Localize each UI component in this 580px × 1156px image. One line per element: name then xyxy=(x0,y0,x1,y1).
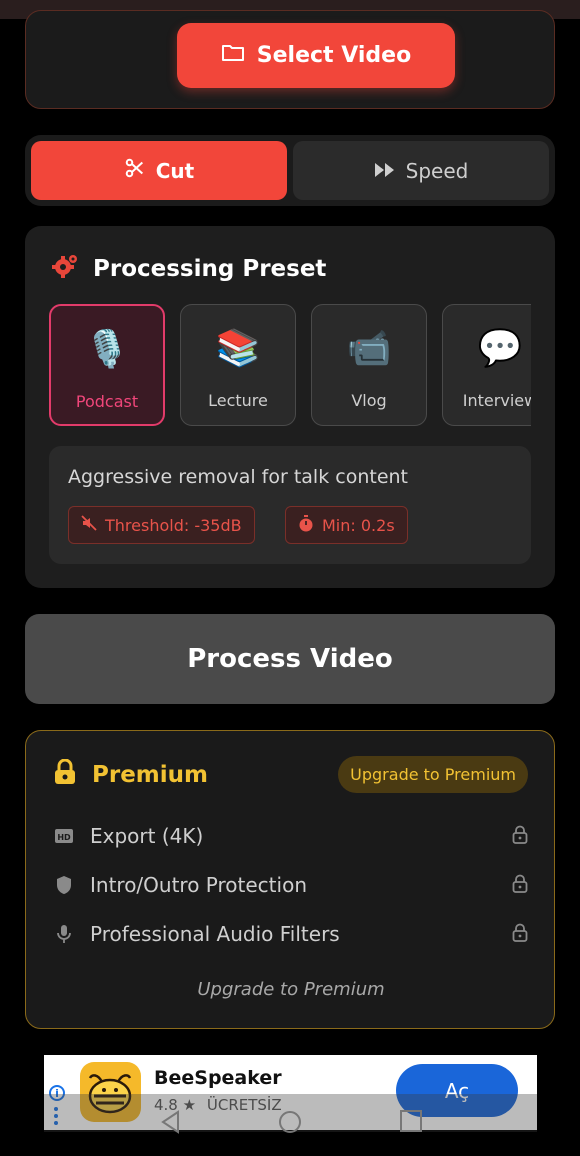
microphone-icon xyxy=(52,924,76,944)
process-video-button[interactable]: Process Video xyxy=(25,614,555,704)
preset-chip-vlog[interactable]: 📹 Vlog xyxy=(311,304,427,426)
lock-icon xyxy=(512,825,530,848)
upgrade-to-premium-link[interactable]: Upgrade to Premium xyxy=(26,979,556,1000)
lock-icon xyxy=(512,874,530,897)
books-emoji-icon: 📚 xyxy=(215,328,261,369)
min-duration-badge: Min: 0.2s xyxy=(285,506,408,544)
preset-chip-lecture[interactable]: 📚 Lecture xyxy=(180,304,296,426)
back-nav-icon[interactable] xyxy=(160,1110,180,1138)
preset-chip-interview[interactable]: 💬 Interview xyxy=(442,304,531,426)
ad-app-name: BeeSpeaker xyxy=(154,1067,282,1089)
threshold-badge: Threshold: -35dB xyxy=(68,506,255,544)
feature-intro-outro-protection: Intro/Outro Protection xyxy=(52,870,530,900)
preset-chips: 🎙️ Podcast 📚 Lecture 📹 Vlog 💬 Interview xyxy=(49,304,531,428)
mode-tabs: Cut Speed xyxy=(25,135,555,206)
process-video-label: Process Video xyxy=(187,644,393,674)
preset-chip-label: Podcast xyxy=(75,392,139,411)
gear-icon xyxy=(51,252,79,286)
lock-icon xyxy=(54,758,76,791)
feature-label: Export (4K) xyxy=(90,824,204,848)
feature-professional-audio-filters: Professional Audio Filters xyxy=(52,919,530,949)
feature-label: Intro/Outro Protection xyxy=(90,873,307,897)
select-video-card: Select Video xyxy=(25,10,555,109)
tab-speed[interactable]: Speed xyxy=(293,141,549,200)
timer-icon xyxy=(298,514,314,536)
preset-chip-label: Lecture xyxy=(208,391,268,410)
shield-icon xyxy=(52,875,76,895)
threshold-text: Threshold: -35dB xyxy=(105,515,242,535)
tab-cut[interactable]: Cut xyxy=(31,141,287,200)
preset-title: Processing Preset xyxy=(93,256,327,282)
microphone-emoji-icon: 🎙️ xyxy=(84,329,130,370)
preset-header: Processing Preset xyxy=(51,252,326,286)
video-camera-emoji-icon: 📹 xyxy=(346,328,392,369)
preset-chip-label: Vlog xyxy=(351,391,387,410)
hd-icon: HD xyxy=(52,828,76,844)
feature-label: Professional Audio Filters xyxy=(90,922,340,946)
lock-icon xyxy=(512,923,530,946)
select-video-button[interactable]: Select Video xyxy=(177,23,455,88)
tab-cut-label: Cut xyxy=(155,158,195,183)
preset-chip-label: Interview xyxy=(462,391,531,410)
tab-speed-label: Speed xyxy=(405,158,469,183)
scissors-icon xyxy=(124,157,146,184)
upgrade-to-premium-badge[interactable]: Upgrade to Premium xyxy=(338,756,528,793)
mute-icon xyxy=(81,515,97,535)
premium-card: Premium Upgrade to Premium HD Export (4K… xyxy=(25,730,555,1029)
min-duration-text: Min: 0.2s xyxy=(322,515,395,535)
select-video-label: Select Video xyxy=(256,43,412,68)
processing-preset-card: Processing Preset 🎙️ Podcast 📚 Lecture 📹… xyxy=(25,226,555,588)
recents-nav-icon[interactable] xyxy=(400,1110,422,1136)
feature-export-4k: HD Export (4K) xyxy=(52,821,530,851)
preset-chip-podcast[interactable]: 🎙️ Podcast xyxy=(49,304,165,426)
speech-bubble-emoji-icon: 💬 xyxy=(477,328,523,369)
premium-header: Premium xyxy=(54,758,208,791)
premium-title: Premium xyxy=(92,762,208,788)
preset-info-box: Aggressive removal for talk content Thre… xyxy=(49,446,531,564)
svg-text:HD: HD xyxy=(57,833,71,842)
preset-description: Aggressive removal for talk content xyxy=(68,466,408,488)
fast-forward-icon xyxy=(374,159,396,183)
folder-icon xyxy=(221,43,245,69)
home-nav-icon[interactable] xyxy=(278,1110,302,1138)
